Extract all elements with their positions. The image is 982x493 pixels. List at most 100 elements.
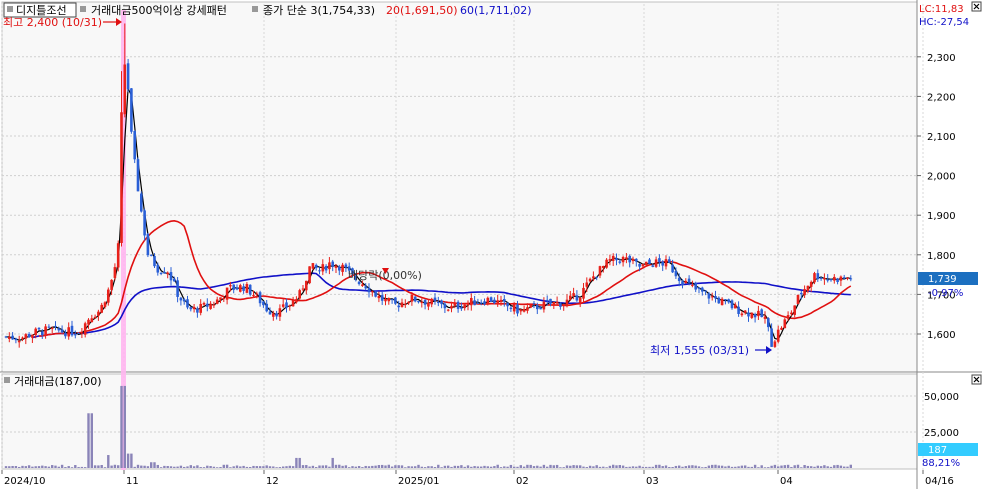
volume-bar xyxy=(37,466,41,468)
volume-bar xyxy=(447,465,450,468)
volume-bar xyxy=(206,465,209,468)
volume-bar xyxy=(159,467,163,468)
candle-body xyxy=(529,304,532,308)
candle-body xyxy=(578,297,582,303)
volume-bar xyxy=(552,465,555,468)
volume-bar xyxy=(123,385,126,468)
candle-body xyxy=(278,308,282,317)
stock-chart[interactable]: 1,6001,7001,8001,9002,0002,1002,2002,300… xyxy=(0,0,982,489)
candle-body xyxy=(103,302,107,307)
volume-bar xyxy=(202,467,206,468)
volume-bar xyxy=(367,466,371,468)
volume-bar xyxy=(31,466,34,468)
volume-bar xyxy=(549,464,552,468)
candle-body xyxy=(516,304,519,314)
volume-bar xyxy=(559,467,562,468)
candle-body xyxy=(704,290,707,292)
candle-body xyxy=(248,284,252,295)
candle-body xyxy=(314,264,318,269)
volume-bar xyxy=(562,467,565,468)
volume-bar xyxy=(800,467,803,468)
volume-bar xyxy=(423,467,427,468)
volume-bar xyxy=(635,466,638,468)
candle-body xyxy=(232,284,235,290)
volume-bar xyxy=(737,466,740,468)
candle-body xyxy=(545,299,549,302)
volume-bar xyxy=(179,465,183,468)
candle-body xyxy=(70,325,74,336)
candle-body xyxy=(562,303,565,306)
volume-bar xyxy=(463,466,466,468)
candle-body xyxy=(635,258,638,262)
candle-body xyxy=(809,281,813,287)
volume-bar xyxy=(773,464,777,468)
candle-body xyxy=(691,284,694,286)
candle-body xyxy=(483,301,486,305)
candle-body xyxy=(262,301,265,306)
volume-bar xyxy=(641,466,645,468)
volume-bar xyxy=(272,466,275,468)
price-tick-label: 1,600 xyxy=(927,330,956,341)
volume-bar xyxy=(730,466,734,468)
volume-bar xyxy=(282,466,285,468)
volume-bar xyxy=(140,465,143,468)
volume-bar xyxy=(819,466,823,468)
volume-bar xyxy=(64,467,67,468)
volume-bar xyxy=(612,464,615,468)
volume-bar xyxy=(654,464,658,468)
candle-body xyxy=(169,272,173,281)
candle-body xyxy=(34,328,37,335)
candle-body xyxy=(209,303,212,309)
volume-bar xyxy=(503,466,506,468)
volume-bar xyxy=(397,465,400,468)
price-tick-label: 1,800 xyxy=(927,251,956,262)
date-tick-label: 02 xyxy=(516,476,529,487)
date-tick-label: 04 xyxy=(780,476,793,487)
volume-bar xyxy=(173,466,176,468)
volume-bar xyxy=(648,466,651,468)
volume-bar xyxy=(239,466,242,468)
volume-bar xyxy=(651,466,654,468)
candle-body xyxy=(724,299,727,301)
candle-body xyxy=(427,302,430,307)
high-annotation: 최고 2,400 (10/31) xyxy=(3,16,102,29)
candle-body xyxy=(710,296,714,298)
volume-bar xyxy=(384,465,387,468)
candle-body xyxy=(740,313,744,316)
candle-body xyxy=(671,264,674,273)
volume-bar xyxy=(615,465,618,468)
current-price: 1,739 xyxy=(928,274,957,285)
candle-body xyxy=(41,331,44,336)
candle-body xyxy=(295,299,298,303)
volume-bar xyxy=(305,465,308,468)
volume-bar xyxy=(387,464,390,468)
candle-body xyxy=(747,312,750,317)
volume-bar xyxy=(249,467,252,468)
volume-bar xyxy=(433,467,437,468)
candle-body xyxy=(532,303,536,305)
candle-body xyxy=(849,278,853,280)
volume-bar xyxy=(169,466,173,468)
volume-bar xyxy=(519,465,522,468)
volume-bar xyxy=(410,466,414,468)
volume-label: 거래대금(187,00) xyxy=(14,375,102,388)
volume-bar xyxy=(783,465,786,468)
candle-body xyxy=(14,338,18,341)
candle-body xyxy=(384,298,387,302)
volume-bar xyxy=(605,467,608,468)
volume-bar xyxy=(153,462,156,468)
volume-bar xyxy=(582,466,585,468)
candle-body xyxy=(750,312,754,318)
volume-bar xyxy=(526,464,529,468)
candle-body xyxy=(192,306,196,310)
volume-bar xyxy=(720,465,724,468)
volume-bar xyxy=(628,466,631,468)
candle-body xyxy=(235,287,239,290)
candle-body xyxy=(466,303,470,306)
candle-body xyxy=(321,264,325,272)
candle-body xyxy=(199,303,202,313)
candle-body xyxy=(239,285,242,292)
volume-bar xyxy=(133,466,136,468)
candle-body xyxy=(394,297,397,304)
candle-body xyxy=(611,255,615,262)
